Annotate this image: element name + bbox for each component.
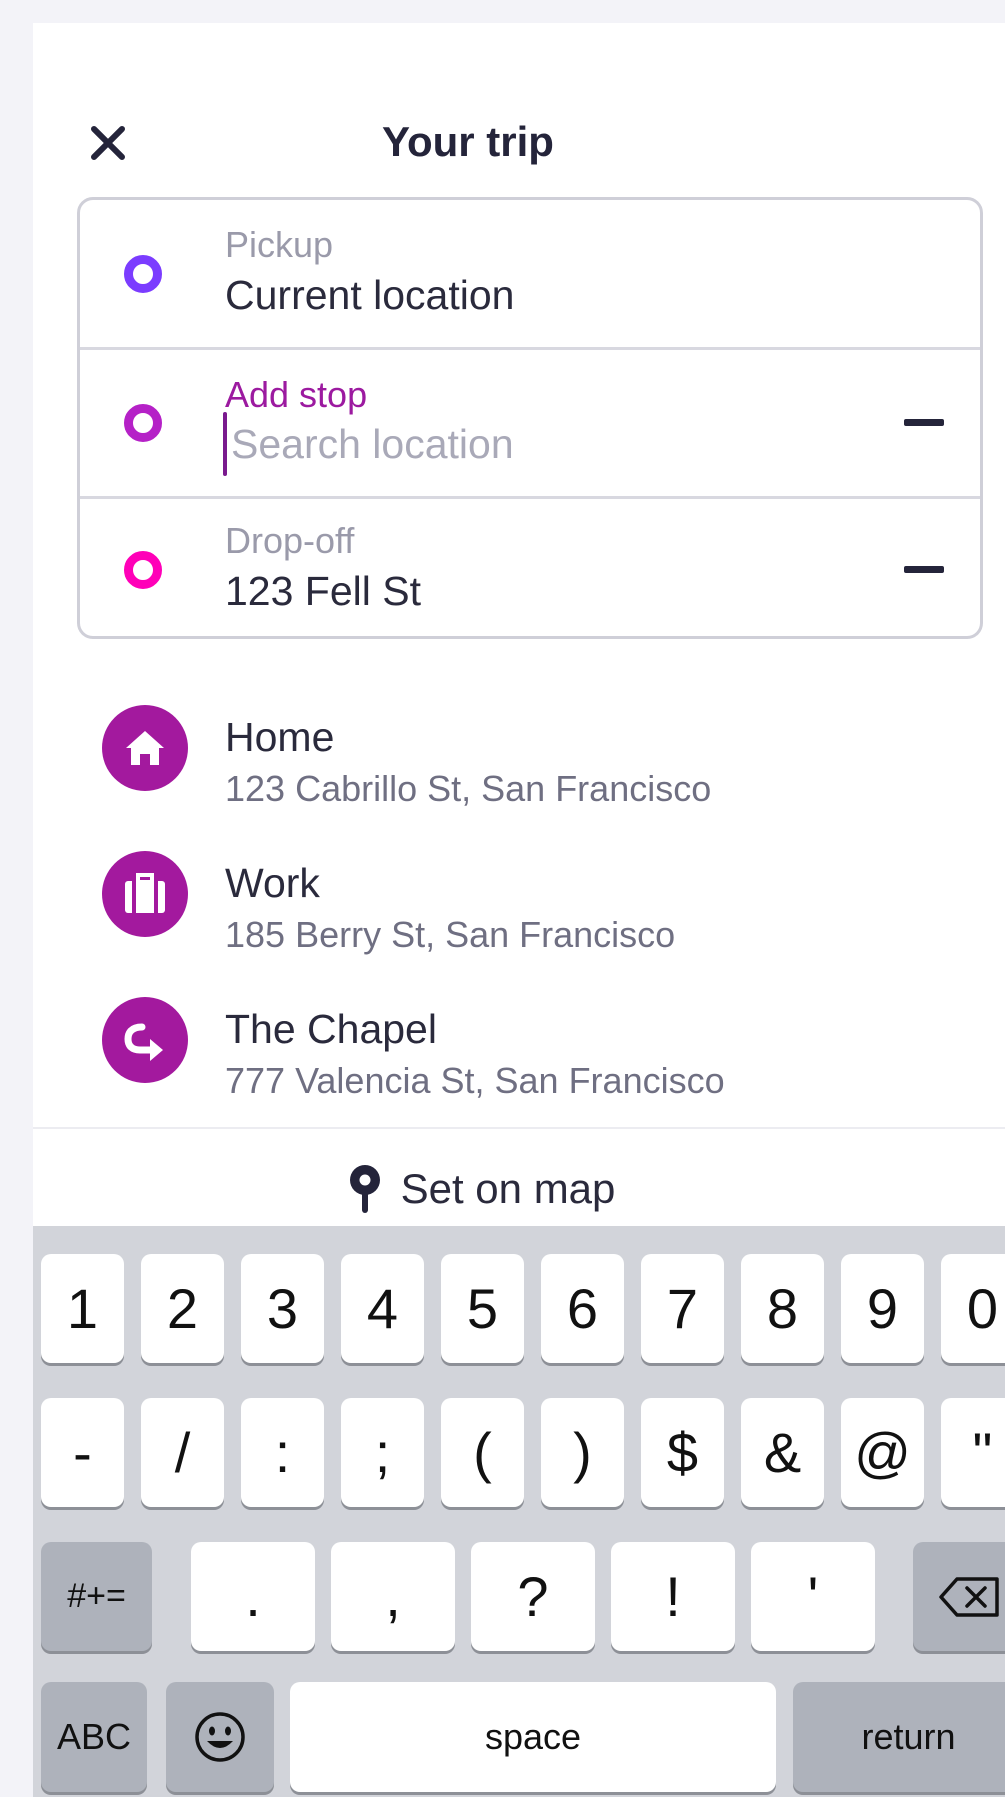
key-ampersand[interactable]: & xyxy=(741,1398,824,1507)
key-hyphen[interactable]: - xyxy=(41,1398,124,1507)
place-name: Home xyxy=(225,714,335,760)
remove-dropoff-button[interactable] xyxy=(904,565,944,573)
key-8[interactable]: 8 xyxy=(741,1254,824,1363)
keyboard: 1 2 3 4 5 6 7 8 9 0 - / : ; ( ) $ & @ " … xyxy=(33,1226,1005,1797)
key-dollar[interactable]: $ xyxy=(641,1398,724,1507)
search-location-input[interactable] xyxy=(225,416,831,472)
briefcase-icon xyxy=(102,851,188,937)
trip-stops: Pickup Current location Add stop Drop-of… xyxy=(77,197,983,639)
place-address: 123 Cabrillo St, San Francisco xyxy=(225,768,712,809)
key-more-symbols[interactable]: #+= xyxy=(41,1542,152,1651)
stop-value: Current location xyxy=(225,272,515,318)
key-close-paren[interactable]: ) xyxy=(541,1398,624,1507)
stop-label: Pickup xyxy=(225,224,334,265)
key-7[interactable]: 7 xyxy=(641,1254,724,1363)
key-3[interactable]: 3 xyxy=(241,1254,324,1363)
divider xyxy=(33,1127,1005,1129)
key-open-paren[interactable]: ( xyxy=(441,1398,524,1507)
stop-dropoff[interactable]: Drop-off 123 Fell St xyxy=(80,496,980,636)
place-work[interactable]: Work 185 Berry St, San Francisco xyxy=(33,824,1005,964)
dropoff-dot-icon xyxy=(124,550,162,589)
key-5[interactable]: 5 xyxy=(441,1254,524,1363)
key-return[interactable]: return xyxy=(793,1682,1005,1792)
key-4[interactable]: 4 xyxy=(341,1254,424,1363)
stop-add[interactable]: Add stop xyxy=(80,347,980,499)
key-quote[interactable]: " xyxy=(941,1398,1005,1507)
key-0[interactable]: 0 xyxy=(941,1254,1005,1363)
key-abc[interactable]: ABC xyxy=(41,1682,147,1792)
backspace-icon xyxy=(938,1576,999,1617)
key-1[interactable]: 1 xyxy=(41,1254,124,1363)
key-2[interactable]: 2 xyxy=(141,1254,224,1363)
key-period[interactable]: . xyxy=(191,1542,315,1651)
key-slash[interactable]: / xyxy=(141,1398,224,1507)
key-9[interactable]: 9 xyxy=(841,1254,924,1363)
key-comma[interactable]: , xyxy=(331,1542,455,1651)
set-on-map-label: Set on map xyxy=(400,1165,616,1212)
place-name: The Chapel xyxy=(225,1006,437,1052)
stop-dot-icon xyxy=(124,404,162,442)
stop-label: Drop-off xyxy=(225,520,355,561)
stop-pickup[interactable]: Pickup Current location xyxy=(80,200,980,347)
key-question[interactable]: ? xyxy=(471,1542,595,1651)
key-exclamation[interactable]: ! xyxy=(611,1542,735,1651)
arrow-turn-icon xyxy=(102,997,188,1083)
home-icon xyxy=(102,705,188,791)
key-apostrophe[interactable]: ' xyxy=(751,1542,875,1651)
emoji-icon xyxy=(195,1712,245,1762)
backspace-button[interactable] xyxy=(913,1542,1005,1651)
key-colon[interactable]: : xyxy=(241,1398,324,1507)
stop-value: 123 Fell St xyxy=(225,568,421,614)
key-space[interactable]: space xyxy=(290,1682,776,1792)
key-at[interactable]: @ xyxy=(841,1398,924,1507)
stop-label: Add stop xyxy=(225,374,368,415)
place-the-chapel[interactable]: The Chapel 777 Valencia St, San Francisc… xyxy=(33,970,1005,1110)
map-pin-icon xyxy=(349,1165,380,1213)
place-address: 185 Berry St, San Francisco xyxy=(225,914,676,955)
place-address: 777 Valencia St, San Francisco xyxy=(225,1060,725,1101)
place-home[interactable]: Home 123 Cabrillo St, San Francisco xyxy=(33,678,1005,818)
place-name: Work xyxy=(225,860,320,906)
pickup-dot-icon xyxy=(124,254,162,293)
key-semicolon[interactable]: ; xyxy=(341,1398,424,1507)
remove-stop-button[interactable] xyxy=(904,419,944,426)
key-6[interactable]: 6 xyxy=(541,1254,624,1363)
emoji-button[interactable] xyxy=(166,1682,274,1792)
page-title: Your trip xyxy=(382,118,554,165)
